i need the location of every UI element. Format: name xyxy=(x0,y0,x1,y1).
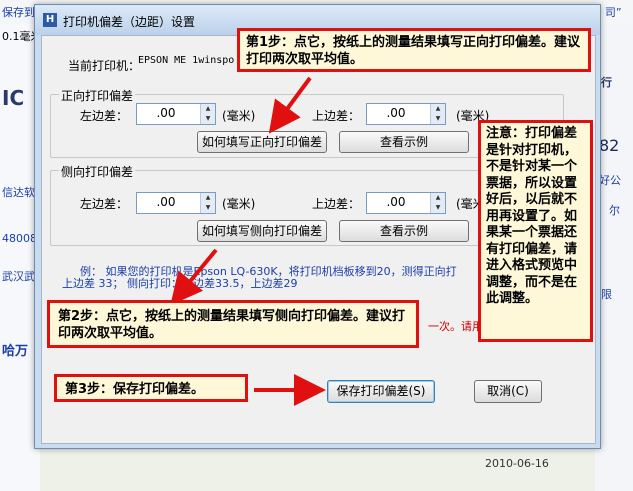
step2-callout: 第2步：点它，按纸上的测量结果填写侧向打印偏差。建议打印两次取平均值。 xyxy=(47,300,419,348)
step1-arrow xyxy=(268,76,312,134)
note-callout: 注意：打印偏差是针对打印机，不是针对某一个票据，所以设置好后，以后就不用再设置了… xyxy=(478,120,593,342)
step3-callout: 第3步：保存打印偏差。 xyxy=(54,374,248,402)
step2-arrow xyxy=(170,248,218,306)
step1-callout: 第1步：点它，按纸上的测量结果填写正向打印偏差。建议打印两次取平均值。 xyxy=(237,28,591,72)
